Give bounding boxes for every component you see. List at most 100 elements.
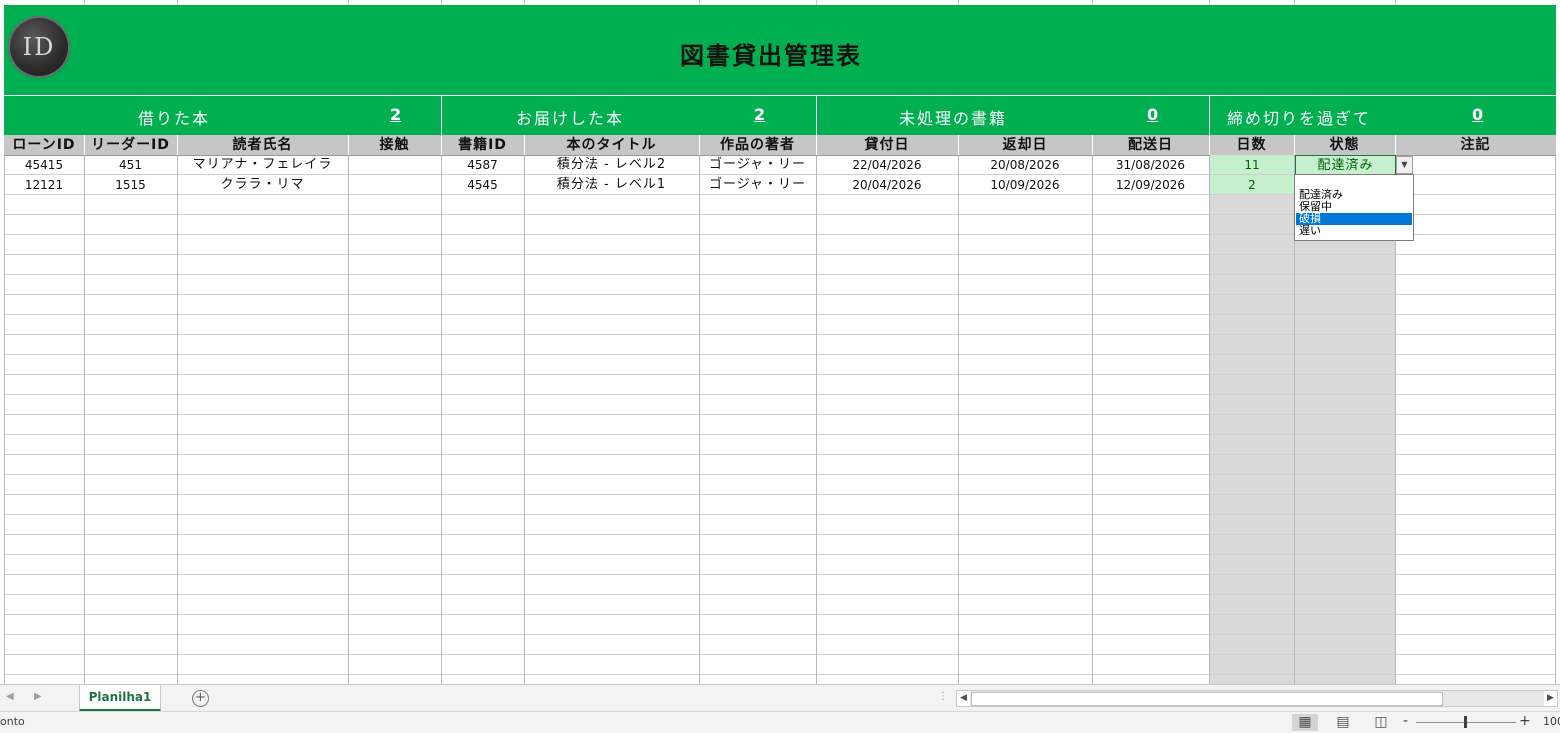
horizontal-scrollbar[interactable]: ◀ ▶ (956, 690, 1558, 707)
scroll-left-icon[interactable]: ◀ (957, 691, 970, 706)
gridline (4, 294, 1556, 295)
gridline (4, 394, 1556, 395)
gridline (4, 434, 1556, 435)
spreadsheet-grid[interactable]: ID 図書貸出管理表 借りた本 2 お届けした本 2 未処理の書籍 0 締め切り… (0, 0, 1560, 684)
zoom-slider-thumb[interactable] (1464, 716, 1467, 728)
gridline (958, 155, 959, 684)
summary-borrowed[interactable]: 借りた本 2 (4, 96, 441, 136)
table-cell[interactable]: 12121 (4, 175, 84, 195)
table-cell[interactable]: 20/04/2026 (816, 175, 958, 195)
gridline (524, 155, 525, 684)
table-cell[interactable]: 31/08/2026 (1092, 155, 1209, 175)
column-header-book-title[interactable]: 本のタイトル (524, 135, 700, 155)
scroll-right-icon[interactable]: ▶ (1544, 691, 1557, 706)
gridline (4, 274, 1556, 275)
zoom-in-button[interactable]: + (1519, 713, 1531, 729)
table-cell[interactable] (348, 175, 441, 195)
summary-value: 0 (1147, 105, 1159, 124)
scrollbar-thumb[interactable] (971, 692, 1443, 706)
summary-label: 未処理の書籍 (899, 109, 1008, 128)
zoom-out-button[interactable]: - (1403, 713, 1408, 729)
table-cell[interactable]: 12/09/2026 (1092, 175, 1209, 195)
page-break-view-icon[interactable]: ◫ (1368, 714, 1394, 731)
gridline (348, 155, 349, 684)
gridline (4, 474, 1556, 475)
summary-overdue[interactable]: 締め切りを過ぎて 0 (1209, 96, 1556, 136)
gridline (4, 374, 1556, 375)
status-bar: onto ▦ ▤ ◫ - + 100 (0, 711, 1560, 733)
gridline (4, 634, 1556, 635)
gridline (4, 674, 1556, 675)
days-cell[interactable]: 2 (1210, 175, 1294, 194)
table-cell[interactable]: 45415 (4, 155, 84, 175)
column-header-return-date[interactable]: 返却日 (958, 135, 1093, 155)
column-header-reader-id[interactable]: リーダーID (84, 135, 178, 155)
table-cell[interactable]: 451 (84, 155, 177, 175)
summary-label: お届けした本 (516, 109, 625, 128)
column-header-loan-date[interactable]: 貸付日 (816, 135, 959, 155)
gridline (816, 155, 817, 684)
status-dropdown-list[interactable]: 配達済み 保留中 破損 遅い (1294, 174, 1414, 241)
table-cell[interactable]: 22/04/2026 (816, 155, 958, 175)
column-header-days[interactable]: 日数 (1209, 135, 1295, 155)
chevron-down-icon: ▼ (1401, 160, 1408, 169)
gridline (4, 414, 1556, 415)
table-cell[interactable]: 積分法 - レベル1 (524, 175, 699, 195)
column-header-book-id[interactable]: 書籍ID (441, 135, 525, 155)
logo: ID (10, 18, 68, 76)
table-cell[interactable] (1412, 155, 1555, 175)
gridline (4, 654, 1556, 655)
gridline (4, 534, 1556, 535)
column-header-status[interactable]: 状態 (1294, 135, 1396, 155)
tab-split-handle[interactable]: ⋮ (938, 691, 948, 702)
column-header-author[interactable]: 作品の著者 (699, 135, 817, 155)
gridline (1092, 155, 1093, 684)
days-cell[interactable]: 11 (1210, 155, 1294, 174)
table-cell[interactable]: 20/08/2026 (958, 155, 1092, 175)
gridline (4, 155, 5, 684)
gridline (4, 354, 1556, 355)
table-cell[interactable]: 1515 (84, 175, 177, 195)
gridline (4, 514, 1556, 515)
previous-sheet-icon[interactable]: ◀ (6, 691, 14, 702)
column-header-contact[interactable]: 接触 (348, 135, 442, 155)
table-cell[interactable]: 積分法 - レベル2 (524, 155, 699, 175)
gridline (4, 554, 1556, 555)
zoom-level[interactable]: 100 (1543, 715, 1560, 728)
normal-view-icon[interactable]: ▦ (1292, 714, 1318, 731)
gridline (4, 494, 1556, 495)
gridline (4, 454, 1556, 455)
table-cell[interactable]: 4587 (441, 155, 524, 175)
table-cell[interactable]: クララ・リマ (177, 175, 348, 195)
gridline (84, 155, 85, 684)
table-cell[interactable]: ゴージャ・リー (699, 155, 816, 175)
dropdown-button[interactable]: ▼ (1396, 156, 1413, 174)
summary-pending[interactable]: 未処理の書籍 0 (816, 96, 1210, 136)
column-header-note[interactable]: 注記 (1395, 135, 1556, 155)
table-cell[interactable]: 4545 (441, 175, 524, 195)
page-title: 図書貸出管理表 (680, 42, 862, 70)
next-sheet-icon[interactable]: ▶ (34, 691, 42, 702)
gridline (4, 334, 1556, 335)
table-cell[interactable] (348, 155, 441, 175)
table-cell[interactable]: 10/09/2026 (958, 175, 1092, 195)
table-cell[interactable]: マリアナ・フェレイラ (177, 155, 348, 175)
summary-label: 締め切りを過ぎて (1227, 109, 1372, 128)
page-layout-view-icon[interactable]: ▤ (1330, 714, 1356, 731)
column-header-loan-id[interactable]: ローンID (4, 135, 85, 155)
gridline (4, 574, 1556, 575)
sheet-tab-active[interactable]: Planilha1 (79, 685, 161, 712)
gridline (1209, 155, 1210, 684)
table-cell[interactable]: ゴージャ・リー (699, 175, 816, 195)
table-header: ローンID リーダーID 読者氏名 接触 書籍ID 本のタイトル 作品の著者 貸… (4, 135, 1556, 156)
dropdown-option-late[interactable]: 遅い (1296, 225, 1412, 237)
summary-band: 借りた本 2 お届けした本 2 未処理の書籍 0 締め切りを過ぎて 0 (4, 95, 1556, 136)
summary-delivered[interactable]: お届けした本 2 (441, 96, 817, 136)
column-header-reader-name[interactable]: 読者氏名 (177, 135, 349, 155)
plus-circle-icon[interactable]: + (192, 690, 209, 707)
status-cell[interactable]: 配達済み (1295, 155, 1396, 176)
gridline (699, 155, 700, 684)
summary-value: 2 (390, 105, 402, 124)
column-header-delivery-date[interactable]: 配送日 (1092, 135, 1210, 155)
gridline (4, 314, 1556, 315)
